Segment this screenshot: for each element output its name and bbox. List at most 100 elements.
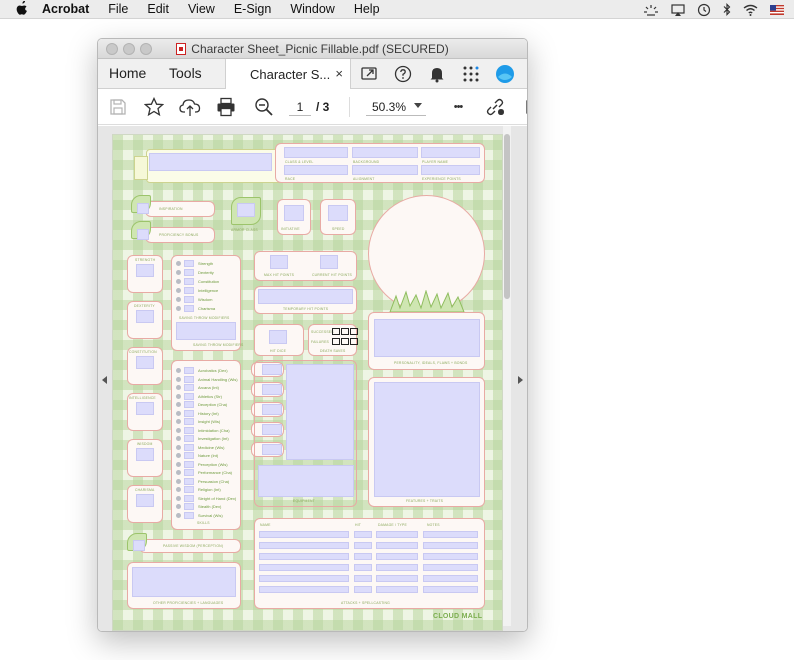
skill-field[interactable]: [184, 401, 194, 408]
hit-dice-field[interactable]: [269, 330, 287, 344]
time-machine-icon[interactable]: [697, 0, 711, 19]
skill-field[interactable]: [184, 477, 194, 485]
proficiency-bubble[interactable]: [176, 495, 181, 501]
share-screen-icon[interactable]: [360, 64, 380, 84]
skill-field[interactable]: [184, 460, 194, 468]
right-panel-toggle-icon[interactable]: [518, 376, 523, 384]
print-icon[interactable]: [215, 96, 237, 118]
close-tab-icon[interactable]: ×: [335, 66, 343, 81]
attack-field[interactable]: [423, 564, 478, 571]
attack-field[interactable]: [354, 575, 372, 582]
skill-field[interactable]: [184, 503, 194, 510]
proficiency-bubble[interactable]: [176, 261, 181, 266]
personality-field[interactable]: [374, 319, 480, 357]
proficiency-bubble[interactable]: [176, 444, 181, 450]
skill-field[interactable]: [184, 418, 194, 425]
proficiency-bubble[interactable]: [176, 410, 181, 416]
death-save-checkbox[interactable]: [341, 338, 349, 345]
attack-field[interactable]: [259, 542, 349, 549]
proficiency-bubble[interactable]: [176, 419, 181, 424]
attack-field[interactable]: [423, 531, 478, 538]
share-link-icon[interactable]: [484, 96, 506, 118]
attack-field[interactable]: [423, 586, 478, 593]
menu-edit[interactable]: Edit: [147, 2, 169, 16]
save-icon[interactable]: [107, 96, 129, 118]
skill-field[interactable]: [184, 452, 194, 459]
proficiency-bubble[interactable]: [176, 270, 181, 275]
skill-field[interactable]: [184, 426, 194, 434]
skill-field[interactable]: [184, 367, 194, 374]
ability-score-strength[interactable]: [136, 264, 154, 277]
skill-field[interactable]: [184, 409, 194, 417]
notifications-bell-icon[interactable]: [427, 64, 447, 84]
ability-score-charisma[interactable]: [136, 494, 154, 507]
attack-field[interactable]: [376, 553, 418, 560]
proficiency-bubble[interactable]: [176, 436, 181, 441]
skill-field[interactable]: [184, 486, 194, 493]
ability-score-wisdom[interactable]: [136, 448, 154, 461]
attack-field[interactable]: [376, 586, 418, 593]
character-name-field[interactable]: [149, 153, 272, 171]
tab-document[interactable]: Character S... ×: [225, 59, 351, 89]
current-hit-points-field[interactable]: [320, 255, 338, 269]
temp-hit-points-field[interactable]: [258, 289, 353, 304]
skill-field[interactable]: [184, 469, 194, 476]
death-save-checkbox[interactable]: [350, 328, 358, 335]
us-flag-icon[interactable]: [770, 0, 784, 19]
user-avatar[interactable]: [495, 64, 515, 84]
document-viewport[interactable]: CLASS & LEVEL BACKGROUND PLAYER NAME RAC…: [98, 126, 527, 631]
bookmark-star-icon[interactable]: [143, 96, 165, 118]
proficiency-bubble[interactable]: [176, 427, 181, 433]
attack-field[interactable]: [423, 575, 478, 582]
speed-field[interactable]: [328, 205, 348, 221]
experience-points-field[interactable]: [421, 165, 480, 175]
inspiration-field[interactable]: [137, 203, 149, 214]
attack-field[interactable]: [354, 531, 372, 538]
attack-field[interactable]: [354, 542, 372, 549]
airplay-icon[interactable]: [671, 0, 685, 19]
ability-score-intelligence[interactable]: [136, 402, 154, 415]
skill-field[interactable]: [184, 494, 194, 502]
skill-field[interactable]: [184, 435, 194, 442]
save-field[interactable]: [184, 287, 194, 294]
menu-view[interactable]: View: [188, 2, 215, 16]
proficiency-bubble[interactable]: [176, 279, 181, 284]
attack-field[interactable]: [423, 553, 478, 560]
attack-field[interactable]: [376, 531, 418, 538]
proficiency-bubble[interactable]: [176, 385, 181, 390]
page-number-input[interactable]: 1: [289, 98, 311, 116]
scrollbar-thumb[interactable]: [504, 134, 510, 299]
initiative-field[interactable]: [284, 205, 304, 221]
attack-field[interactable]: [376, 564, 418, 571]
more-options-icon[interactable]: •••: [447, 96, 469, 118]
passive-wisdom-field[interactable]: [133, 540, 145, 551]
skill-field[interactable]: [184, 375, 194, 383]
attack-field[interactable]: [354, 553, 372, 560]
proficiency-bonus-field[interactable]: [137, 229, 149, 240]
menu-esign[interactable]: E-Sign: [234, 2, 272, 16]
save-field[interactable]: [184, 260, 194, 267]
menu-file[interactable]: File: [108, 2, 128, 16]
proficiency-bubble[interactable]: [176, 402, 181, 407]
ability-score-constitution[interactable]: [136, 356, 154, 369]
attack-field[interactable]: [423, 542, 478, 549]
save-field[interactable]: [184, 296, 194, 303]
class-level-field[interactable]: [284, 147, 348, 158]
menu-window[interactable]: Window: [290, 2, 334, 16]
attack-field[interactable]: [259, 575, 349, 582]
attack-field[interactable]: [259, 553, 349, 560]
attack-field[interactable]: [354, 586, 372, 593]
armor-class-field[interactable]: [237, 203, 255, 217]
attack-field[interactable]: [376, 542, 418, 549]
proficiency-bubble[interactable]: [176, 461, 181, 467]
skill-field[interactable]: [184, 443, 194, 451]
wifi-icon[interactable]: [743, 0, 758, 19]
zoom-select[interactable]: 50.3%: [366, 98, 426, 116]
help-icon[interactable]: [393, 64, 413, 84]
skill-field[interactable]: [184, 384, 194, 391]
death-save-checkbox[interactable]: [350, 338, 358, 345]
tab-home[interactable]: Home: [109, 65, 146, 81]
attack-field[interactable]: [376, 575, 418, 582]
equipment-notes-field[interactable]: [258, 465, 354, 497]
bluetooth-icon[interactable]: [723, 0, 731, 19]
